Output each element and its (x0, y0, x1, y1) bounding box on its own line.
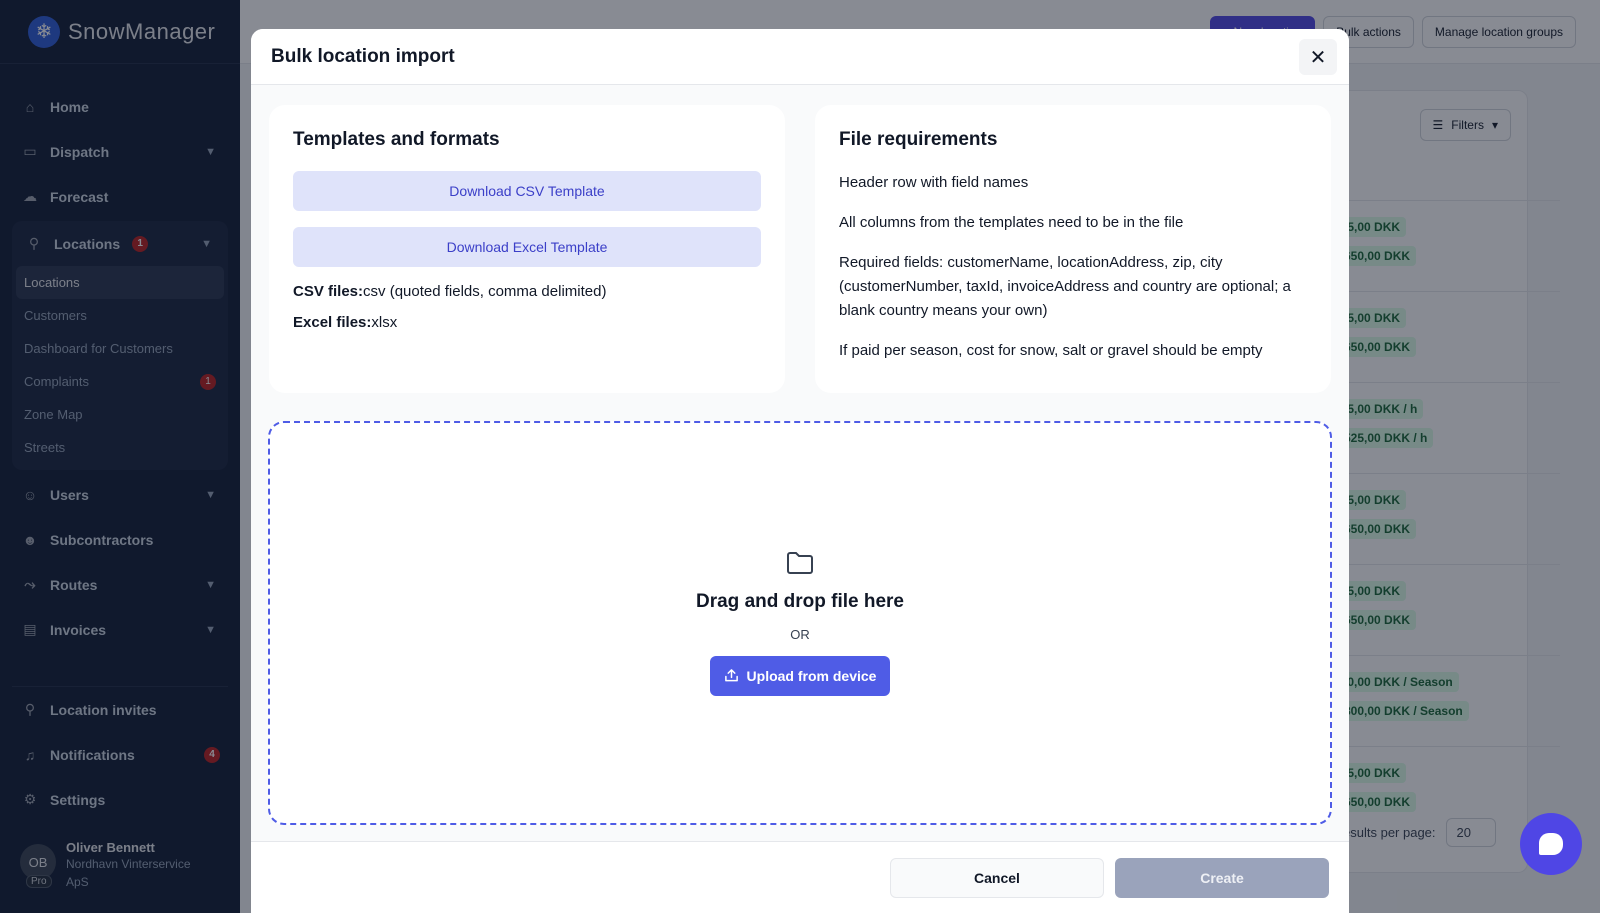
create-button[interactable]: Create (1115, 858, 1329, 898)
upload-icon (724, 669, 738, 682)
dropzone-title: Drag and drop file here (696, 590, 904, 612)
requirement-item: If paid per season, cost for snow, salt … (839, 342, 1263, 359)
csv-format: CSV files:csv (quoted fields, comma deli… (293, 283, 761, 300)
requirement-item: Header row with field names (839, 174, 1029, 191)
excel-format: Excel files:xlsx (293, 314, 761, 331)
dropzone-or: OR (790, 626, 810, 642)
requirements-panel: File requirements Header row with field … (815, 105, 1331, 393)
bulk-import-modal: Bulk location import ✕ Templates and for… (251, 29, 1349, 913)
download-csv-template-button[interactable]: Download CSV Template (293, 171, 761, 211)
upload-button-label: Upload from device (746, 667, 877, 684)
folder-icon (787, 551, 813, 574)
chat-launcher-button[interactable] (1520, 813, 1582, 875)
csv-format-value: csv (quoted fields, comma delimited) (363, 283, 607, 300)
modal-footer: Cancel Create (251, 841, 1349, 913)
upload-from-device-button[interactable]: Upload from device (709, 655, 891, 696)
modal-header: Bulk location import ✕ (251, 29, 1349, 85)
download-excel-template-button[interactable]: Download Excel Template (293, 227, 761, 267)
file-dropzone[interactable]: Drag and drop file here OR Upload from d… (268, 421, 1332, 825)
templates-title: Templates and formats (293, 129, 500, 150)
templates-panel: Templates and formats Download CSV Templ… (269, 105, 785, 393)
close-icon: ✕ (1309, 46, 1327, 69)
requirement-item: Required fields: customerName, locationA… (839, 254, 1291, 319)
csv-format-label: CSV files: (293, 283, 364, 300)
excel-format-label: Excel files: (293, 314, 372, 331)
info-panels: Templates and formats Download CSV Templ… (269, 105, 1331, 393)
excel-format-value: xlsx (371, 314, 398, 331)
chat-bubble-icon (1539, 833, 1563, 855)
modal-title: Bulk location import (271, 45, 455, 67)
close-button[interactable]: ✕ (1299, 39, 1337, 75)
requirements-title: File requirements (839, 129, 998, 150)
cancel-button[interactable]: Cancel (890, 858, 1104, 898)
requirement-item: All columns from the templates need to b… (839, 214, 1184, 231)
